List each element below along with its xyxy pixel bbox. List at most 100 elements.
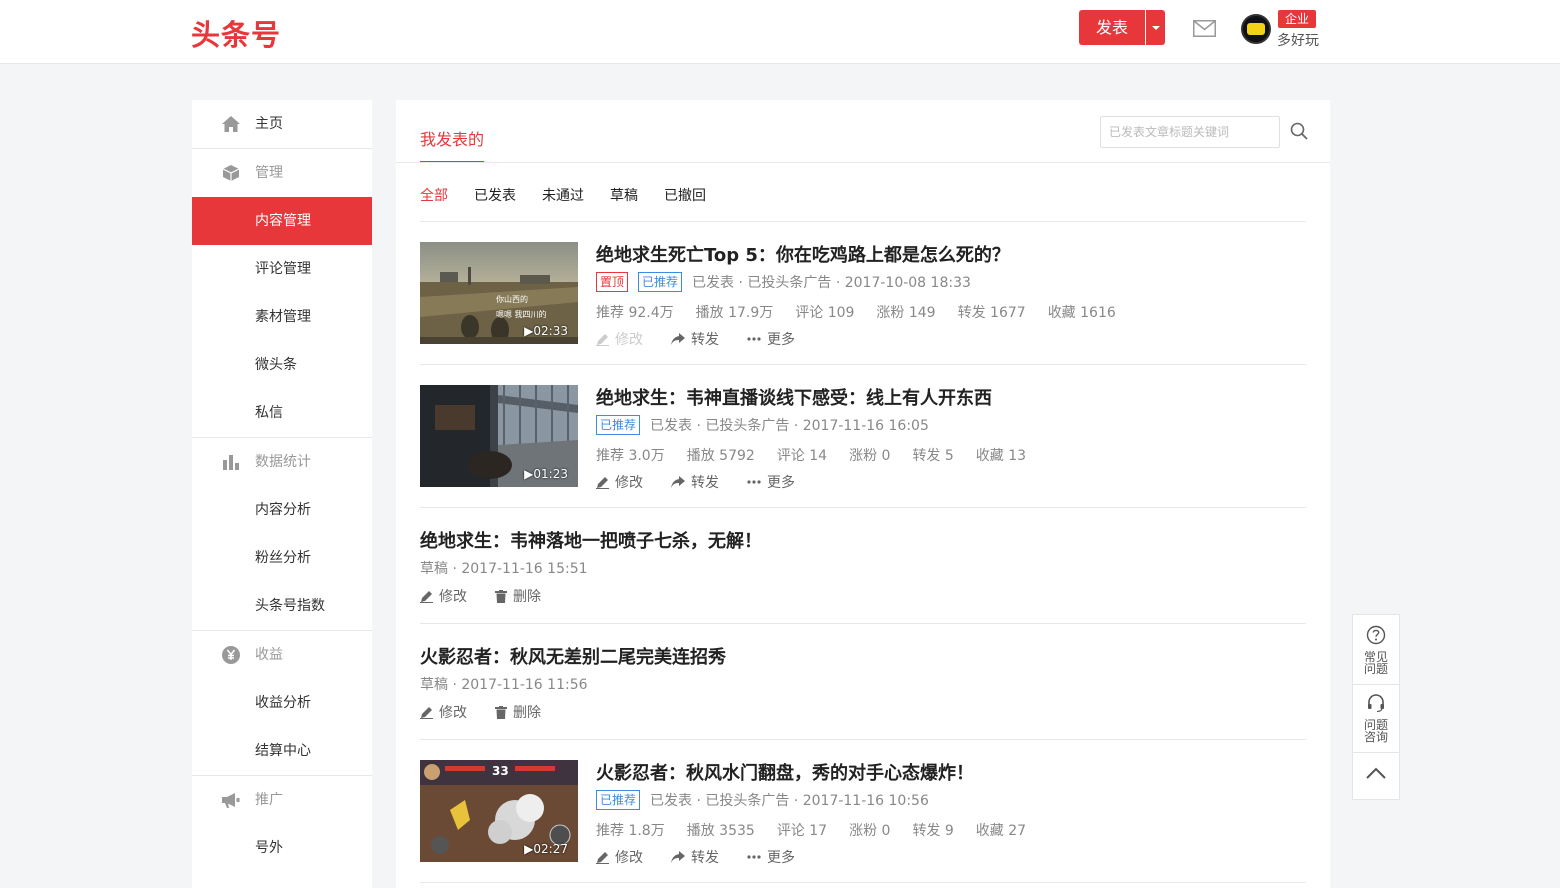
sidebar-item-fans-analysis[interactable]: 粉丝分析 — [192, 534, 372, 582]
article-actions: 修改 转发 更多 — [596, 847, 823, 867]
more-button[interactable]: 更多 — [747, 472, 795, 492]
stat-play: 播放 5792 — [686, 448, 755, 464]
filter-all[interactable]: 全部 — [420, 185, 448, 205]
chevron-up-icon — [1366, 767, 1386, 779]
more-button[interactable]: 更多 — [747, 847, 795, 867]
publish-button[interactable]: 发表 — [1079, 10, 1165, 45]
stat-favorite: 收藏 13 — [975, 448, 1027, 464]
faq-button[interactable]: 常见问题 — [1353, 625, 1399, 675]
sidebar-item-material-manage[interactable]: 素材管理 — [192, 293, 372, 341]
sidebar-item-comment-manage[interactable]: 评论管理 — [192, 245, 372, 293]
sidebar-item-label: 头条号指数 — [255, 598, 325, 614]
filter-rejected[interactable]: 未通过 — [542, 185, 584, 205]
article-title[interactable]: 绝地求生：韦神直播谈线下感受：线上有人开东西 — [596, 384, 992, 410]
sidebar-item-account-index[interactable]: 头条号指数 — [192, 582, 372, 630]
edit-button[interactable]: 修改 — [420, 702, 467, 722]
sidebar-group-statistics[interactable]: 数据统计 — [192, 438, 372, 486]
edit-button[interactable]: 修改 — [596, 847, 643, 867]
sidebar-item-label: 内容管理 — [255, 213, 311, 229]
sidebar-group-manage[interactable]: 管理 — [192, 149, 372, 197]
video-thumbnail[interactable]: 33 ▶02:27 — [420, 760, 578, 862]
article-divider — [420, 507, 1306, 508]
stat-favorite: 收藏 1616 — [1047, 305, 1116, 321]
article-stats: 推荐 3.0万 播放 5792 评论 14 涨粉 0 转发 5 收藏 13 — [596, 445, 1048, 465]
article-status-text: 已发表 · 已投头条广告 · 2017-11-16 16:05 — [650, 418, 929, 434]
article-divider — [420, 739, 1306, 740]
more-dots-icon — [747, 855, 761, 859]
filter-draft[interactable]: 草稿 — [610, 185, 638, 205]
sidebar-group-income[interactable]: 收益 — [192, 631, 372, 679]
sidebar-item-income-analysis[interactable]: 收益分析 — [192, 679, 372, 727]
edit-label: 修改 — [439, 705, 467, 721]
more-button[interactable]: 更多 — [747, 329, 795, 349]
article-divider — [420, 882, 1306, 883]
forward-label: 转发 — [691, 475, 719, 491]
sidebar-item-content-manage[interactable]: 内容管理 — [192, 197, 372, 245]
filter-divider — [420, 221, 1306, 222]
sidebar-item-private-message[interactable]: 私信 — [192, 389, 372, 437]
sidebar-item-home[interactable]: 主页 — [192, 100, 372, 148]
pencil-icon — [420, 706, 433, 719]
search-icon[interactable] — [1290, 122, 1308, 140]
back-to-top-button[interactable] — [1353, 767, 1399, 781]
faq-label: 常见问题 — [1363, 650, 1388, 676]
edit-button[interactable]: 修改 — [596, 472, 643, 492]
edit-button[interactable]: 修改 — [596, 329, 643, 349]
mail-icon[interactable] — [1193, 20, 1216, 37]
stat-play: 播放 3535 — [686, 823, 755, 839]
more-label: 更多 — [767, 850, 795, 866]
tag-recommended: 已推荐 — [596, 415, 641, 435]
search-input[interactable] — [1100, 116, 1280, 148]
forward-button[interactable]: 转发 — [671, 472, 719, 492]
article-title[interactable]: 绝地求生死亡Top 5：你在吃鸡路上都是怎么死的？ — [596, 241, 1010, 267]
username[interactable]: 多好玩 — [1277, 30, 1319, 50]
logo[interactable]: 头条号 — [191, 12, 281, 54]
article-status-text: 已发表 · 已投头条广告 · 2017-10-08 18:33 — [692, 275, 971, 291]
article-status: 草稿 · 2017-11-16 11:56 — [420, 674, 588, 694]
consult-button[interactable]: 问题咨询 — [1353, 693, 1399, 743]
pencil-icon — [420, 590, 433, 603]
video-duration: ▶02:27 — [524, 842, 568, 856]
megaphone-icon — [222, 791, 240, 809]
sidebar-item-extra[interactable]: 号外 — [192, 824, 372, 872]
question-icon — [1366, 625, 1386, 645]
delete-button[interactable]: 删除 — [495, 586, 541, 606]
delete-label: 删除 — [513, 705, 541, 721]
article-status: 草稿 · 2017-11-16 15:51 — [420, 558, 588, 578]
filter-published[interactable]: 已发表 — [474, 185, 516, 205]
article-status-text: 已发表 · 已投头条广告 · 2017-11-16 10:56 — [650, 793, 929, 809]
article-title[interactable]: 绝地求生：韦神落地一把喷子七杀，无解！ — [420, 527, 762, 553]
article-status-text: 草稿 · 2017-11-16 11:56 — [420, 677, 588, 693]
video-thumbnail[interactable]: 你山西的 嗯嗯 我四川的 ▶02:33 — [420, 242, 578, 344]
share-arrow-icon — [671, 333, 685, 345]
headset-icon — [1368, 694, 1384, 713]
more-dots-icon — [747, 480, 761, 484]
publish-dropdown-caret[interactable] — [1145, 10, 1165, 45]
stat-forward: 转发 5 — [912, 448, 954, 464]
sidebar-item-settlement[interactable]: 结算中心 — [192, 727, 372, 775]
sidebar-group-promotion[interactable]: 推广 — [192, 776, 372, 824]
video-thumbnail[interactable]: ▶01:23 — [420, 385, 578, 487]
stat-fans: 涨粉 0 — [849, 448, 891, 464]
article-title[interactable]: 火影忍者：秋风水门翻盘，秀的对手心态爆炸！ — [596, 759, 974, 785]
tag-recommended: 已推荐 — [638, 272, 683, 292]
top-header: 头条号 发表 企业 多好玩 — [0, 0, 1560, 64]
sidebar-item-content-analysis[interactable]: 内容分析 — [192, 486, 372, 534]
pencil-icon — [596, 851, 609, 864]
tab-my-published[interactable]: 我发表的 — [420, 126, 484, 150]
delete-button[interactable]: 删除 — [495, 702, 541, 722]
tag-pinned: 置顶 — [596, 272, 629, 292]
publish-button-label[interactable]: 发表 — [1079, 10, 1145, 45]
sidebar-item-micro-toutiao[interactable]: 微头条 — [192, 341, 372, 389]
video-duration: ▶01:23 — [524, 467, 568, 481]
edit-label: 修改 — [615, 850, 643, 866]
article-divider — [420, 364, 1306, 365]
forward-button[interactable]: 转发 — [671, 329, 719, 349]
stat-fans: 涨粉 149 — [876, 305, 936, 321]
article-title[interactable]: 火影忍者：秋风无差别二尾完美连招秀 — [420, 643, 726, 669]
filter-withdrawn[interactable]: 已撤回 — [664, 185, 706, 205]
avatar[interactable] — [1241, 14, 1271, 44]
edit-button[interactable]: 修改 — [420, 586, 467, 606]
sidebar-item-label: 数据统计 — [255, 454, 311, 470]
forward-button[interactable]: 转发 — [671, 847, 719, 867]
